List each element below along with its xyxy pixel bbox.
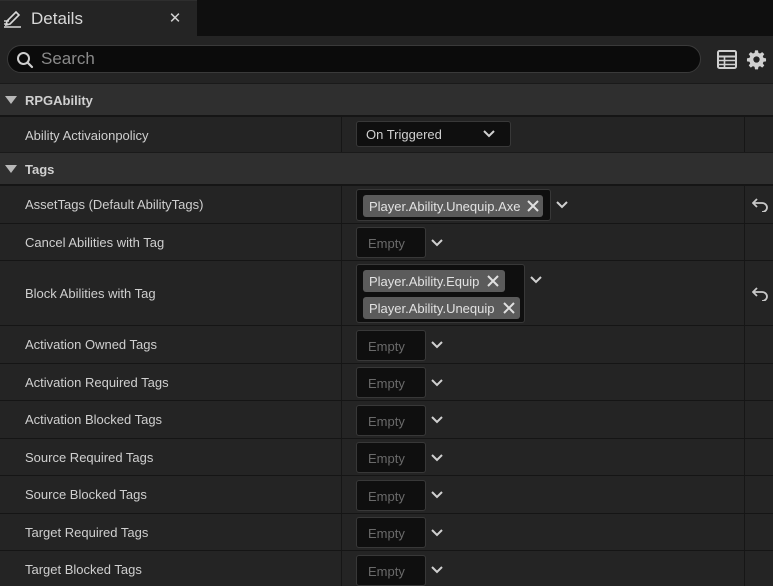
reset-to-default-icon[interactable] [752, 287, 768, 301]
remove-tag-icon[interactable] [526, 199, 540, 213]
property-label: Cancel Abilities with Tag [25, 235, 165, 250]
category-label: Tags [25, 162, 55, 177]
category-tags[interactable]: Tags [0, 152, 773, 184]
property-row-cancel-abilities: Cancel Abilities with Tag Empty [0, 223, 773, 260]
property-label: Target Required Tags [25, 525, 149, 540]
tag-chip[interactable]: Player.Ability.Unequip [363, 297, 520, 319]
property-row-source-blocked: Source Blocked Tags Empty [0, 475, 773, 513]
tag-container[interactable]: Empty [356, 367, 426, 398]
tag-container[interactable]: Empty [356, 517, 426, 548]
tab-title: Details [31, 9, 83, 28]
property-row-activation-required: Activation Required Tags Empty [0, 363, 773, 400]
property-label: Block Abilities with Tag [25, 286, 156, 301]
asset-tags-container[interactable]: Player.Ability.Unequip.Axe [356, 189, 551, 221]
chevron-down-icon[interactable] [431, 565, 443, 575]
property-row-activation-policy: Ability Activaionpolicy On Triggered [0, 116, 773, 152]
chevron-down-icon[interactable] [431, 340, 443, 350]
chevron-down-icon [483, 130, 495, 138]
empty-text: Empty [368, 526, 405, 541]
chevron-down-icon[interactable] [431, 528, 443, 538]
table-view-icon[interactable] [717, 50, 737, 69]
reset-to-default-icon[interactable] [752, 198, 768, 212]
tag-chip-label: Player.Ability.Equip [369, 274, 480, 289]
property-label: Ability Activaionpolicy [25, 128, 149, 143]
property-label: Activation Blocked Tags [25, 412, 163, 427]
tag-container[interactable]: Empty [356, 480, 426, 511]
empty-text: Empty [368, 451, 405, 466]
empty-text: Empty [368, 564, 405, 579]
tag-container[interactable]: Empty [356, 227, 426, 258]
gear-icon[interactable] [746, 49, 767, 70]
collapse-arrow-icon [5, 165, 17, 173]
chevron-down-icon[interactable] [556, 200, 568, 210]
activation-policy-dropdown[interactable]: On Triggered [356, 121, 511, 147]
chevron-down-icon[interactable] [431, 378, 443, 388]
chevron-down-icon[interactable] [431, 415, 443, 425]
dropdown-value: On Triggered [366, 127, 442, 142]
tag-container[interactable]: Empty [356, 555, 426, 586]
search-bar [0, 36, 773, 83]
empty-text: Empty [368, 376, 405, 391]
tag-container[interactable]: Empty [356, 405, 426, 436]
chevron-down-icon[interactable] [530, 275, 542, 285]
property-row-asset-tags: AssetTags (Default AbilityTags) Player.A… [0, 185, 773, 223]
property-label: Target Blocked Tags [25, 562, 142, 577]
tab-bar: Details ✕ [0, 0, 773, 36]
property-label: Source Blocked Tags [25, 487, 147, 502]
empty-text: Empty [368, 339, 405, 354]
category-rpgability[interactable]: RPGAbility [0, 83, 773, 115]
remove-tag-icon[interactable] [486, 274, 500, 288]
tag-container[interactable]: Empty [356, 442, 426, 473]
property-row-activation-owned: Activation Owned Tags Empty [0, 325, 773, 363]
details-tab[interactable]: Details ✕ [0, 0, 197, 36]
chevron-down-icon[interactable] [431, 453, 443, 463]
property-label: AssetTags (Default AbilityTags) [25, 197, 204, 212]
property-row-block-abilities: Block Abilities with Tag Player.Ability.… [0, 260, 773, 325]
empty-text: Empty [368, 236, 405, 251]
empty-text: Empty [368, 414, 405, 429]
tag-container[interactable]: Empty [356, 330, 426, 361]
empty-text: Empty [368, 489, 405, 504]
property-row-target-required: Target Required Tags Empty [0, 513, 773, 550]
remove-tag-icon[interactable] [502, 301, 516, 315]
close-tab-button[interactable]: ✕ [168, 10, 182, 28]
pencil-icon [4, 10, 21, 28]
block-tags-container[interactable]: Player.Ability.Equip Player.Ability.Uneq… [356, 264, 525, 323]
category-label: RPGAbility [25, 93, 93, 108]
chevron-down-icon[interactable] [431, 490, 443, 500]
property-label: Activation Owned Tags [25, 337, 157, 352]
collapse-arrow-icon [5, 96, 17, 104]
property-row-activation-blocked: Activation Blocked Tags Empty [0, 400, 773, 438]
property-row-target-blocked: Target Blocked Tags Empty [0, 550, 773, 586]
tag-chip[interactable]: Player.Ability.Unequip.Axe [363, 195, 543, 217]
tag-chip-label: Player.Ability.Unequip.Axe [369, 199, 521, 214]
chevron-down-icon[interactable] [431, 238, 443, 248]
property-label: Source Required Tags [25, 450, 154, 465]
search-icon [17, 52, 34, 69]
tag-chip[interactable]: Player.Ability.Equip [363, 270, 505, 292]
search-input[interactable] [41, 49, 641, 69]
search-box[interactable] [7, 45, 701, 73]
property-label: Activation Required Tags [25, 375, 169, 390]
tag-chip-label: Player.Ability.Unequip [369, 301, 495, 316]
property-row-source-required: Source Required Tags Empty [0, 438, 773, 475]
